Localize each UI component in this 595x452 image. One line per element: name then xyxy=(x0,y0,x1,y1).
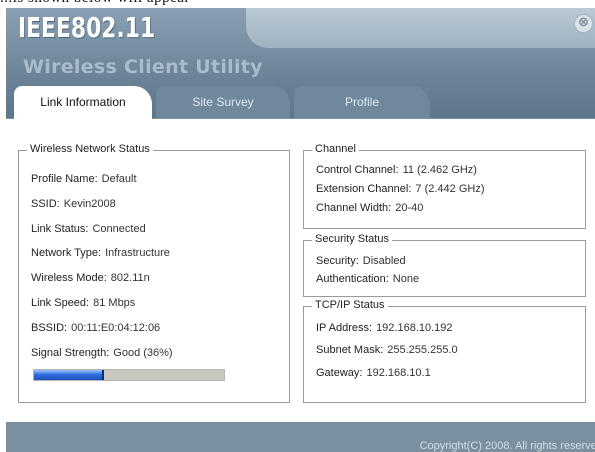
control-channel-value: 11 (2.462 GHz) xyxy=(402,164,477,176)
row-label: Link Speed: xyxy=(31,297,90,309)
row-label: Profile Name: xyxy=(31,173,98,185)
ssid-value: Kevin2008 xyxy=(63,198,116,210)
title-bar-notch[interactable] xyxy=(246,8,595,48)
profile-name-value: Default xyxy=(101,173,137,185)
row-label: Control Channel: xyxy=(316,164,399,176)
signal-strength-bar xyxy=(33,369,225,381)
signal-strength-fill xyxy=(34,370,105,380)
bssid-row: BSSID: 00:11:E0:04:12:06 xyxy=(31,322,160,334)
row-label: Authentication: xyxy=(316,273,389,285)
row-label: IP Address: xyxy=(316,322,373,334)
channel-group: Channel Control Channel: 11 (2.462 GHz) E… xyxy=(303,143,586,229)
link-status-value: Connected xyxy=(92,223,146,235)
channel-width-value: 20-40 xyxy=(395,202,424,214)
security-status-group: Security Status Security: Disabled Authen… xyxy=(303,233,586,297)
group-title: TCP/IP Status xyxy=(312,299,388,311)
row-label: Network Type: xyxy=(31,247,102,259)
security-value: Disabled xyxy=(362,255,406,267)
subnet-mask-value: 255.255.255.0 xyxy=(387,344,458,356)
group-title: Channel xyxy=(312,143,359,155)
ip-address-value: 192.168.10.192 xyxy=(376,322,453,334)
wireless-network-status-group: Wireless Network Status Profile Name: Def… xyxy=(18,143,290,403)
network-type-row: Network Type: Infrastructure xyxy=(31,247,170,259)
link-speed-row: Link Speed: 81 Mbps xyxy=(31,297,135,309)
close-icon[interactable]: ⊗ xyxy=(574,14,593,33)
tab-link-information[interactable]: Link Information xyxy=(14,86,152,120)
row-label: Channel Width: xyxy=(316,202,392,214)
extension-channel-value: 7 (2.442 GHz) xyxy=(415,183,485,195)
row-label: SSID: xyxy=(31,198,60,210)
wireless-mode-value: 802.11n xyxy=(110,272,150,284)
tab-bar: Link Information Site Survey Profile xyxy=(6,86,595,120)
clipped-document-text: ...is shown below will appear xyxy=(0,0,260,8)
tab-profile[interactable]: Profile xyxy=(294,86,430,118)
gateway-value: 192.168.10.1 xyxy=(366,367,431,379)
row-label: Link Status: xyxy=(31,223,89,235)
profile-name-row: Profile Name: Default xyxy=(31,173,137,185)
utility-window: IEEE802.11 Wireless Client Utility ⊗ Lin… xyxy=(6,8,595,452)
extension-channel-row: Extension Channel: 7 (2.442 GHz) xyxy=(316,183,485,195)
authentication-row: Authentication: None xyxy=(316,273,419,285)
link-information-panel: Wireless Network Status Profile Name: Def… xyxy=(6,119,595,422)
security-row: Security: Disabled xyxy=(316,255,406,267)
link-speed-value: 81 Mbps xyxy=(93,297,136,309)
app-logo: IEEE802.11 xyxy=(18,11,156,44)
signal-strength-row: Signal Strength: Good (36%) xyxy=(31,347,173,359)
row-label: Extension Channel: xyxy=(316,183,412,195)
tab-site-survey[interactable]: Site Survey xyxy=(156,86,290,118)
ip-address-row: IP Address: 192.168.10.192 xyxy=(316,322,453,334)
bssid-value: 00:11:E0:04:12:06 xyxy=(71,322,161,334)
row-label: Subnet Mask: xyxy=(316,344,384,356)
subnet-mask-row: Subnet Mask: 255.255.255.0 xyxy=(316,344,458,356)
link-status-row: Link Status: Connected xyxy=(31,223,146,235)
group-title: Wireless Network Status xyxy=(27,143,153,155)
channel-width-row: Channel Width: 20-40 xyxy=(316,202,423,214)
footer: Copyright(C) 2008. All rights reserved xyxy=(6,422,595,452)
row-label: BSSID: xyxy=(31,322,68,334)
gateway-row: Gateway: 192.168.10.1 xyxy=(316,367,431,379)
app-subtitle: Wireless Client Utility xyxy=(23,56,263,78)
group-title: Security Status xyxy=(312,233,392,245)
ssid-row: SSID: Kevin2008 xyxy=(31,198,116,210)
control-channel-row: Control Channel: 11 (2.462 GHz) xyxy=(316,164,477,176)
row-label: Gateway: xyxy=(316,367,363,379)
row-label: Signal Strength: xyxy=(31,347,110,359)
tcpip-status-group: TCP/IP Status IP Address: 192.168.10.192 … xyxy=(303,299,586,403)
wireless-mode-row: Wireless Mode: 802.11n xyxy=(31,272,150,284)
row-label: Wireless Mode: xyxy=(31,272,107,284)
authentication-value: None xyxy=(392,273,420,285)
copyright-text: Copyright(C) 2008. All rights reserved xyxy=(419,440,595,452)
network-type-value: Infrastructure xyxy=(105,247,170,259)
signal-strength-value: Good (36%) xyxy=(113,347,173,359)
row-label: Security: xyxy=(316,255,359,267)
